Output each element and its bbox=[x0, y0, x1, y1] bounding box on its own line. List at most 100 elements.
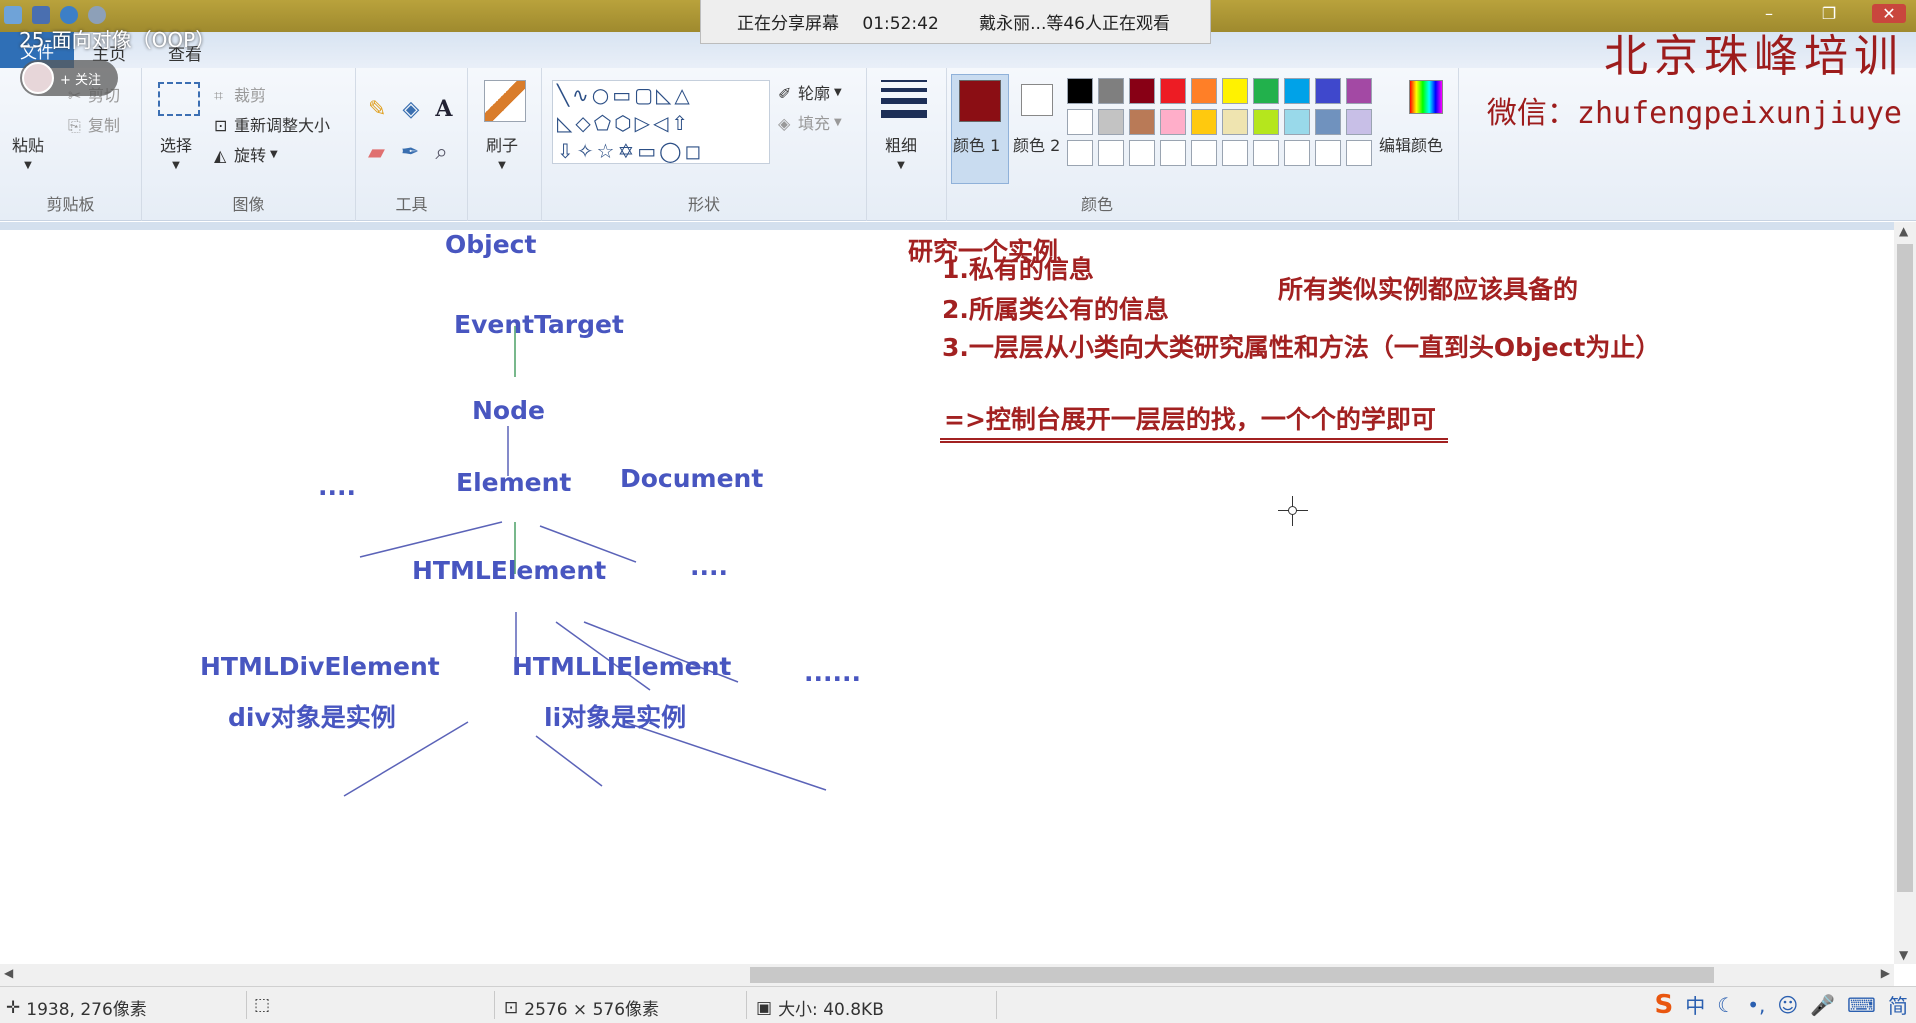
scroll-down-icon[interactable]: ▼ bbox=[1899, 948, 1908, 962]
fill-label: 填充 bbox=[798, 114, 831, 133]
palette-swatch[interactable] bbox=[1315, 140, 1341, 166]
status-separator bbox=[996, 991, 997, 1019]
outline-label: 轮廓 bbox=[798, 84, 831, 103]
palette-swatch[interactable] bbox=[1222, 78, 1248, 104]
scroll-left-icon[interactable]: ◀ bbox=[4, 966, 13, 980]
palette-swatch[interactable] bbox=[1067, 78, 1093, 104]
paste-button[interactable]: 粘贴 ▼ bbox=[12, 132, 44, 171]
horizontal-scrollbar[interactable]: ◀ ▶ bbox=[0, 964, 1894, 986]
scroll-up-icon[interactable]: ▲ bbox=[1899, 224, 1908, 238]
follow-label: + 关注 bbox=[60, 72, 102, 88]
palette-swatch[interactable] bbox=[1129, 78, 1155, 104]
polygon-shape-icon[interactable]: ◺◇⬠⬡▷◁⇧ bbox=[557, 111, 691, 135]
text-icon[interactable]: A bbox=[435, 96, 452, 122]
outline-button[interactable]: ✐ 轮廓 ▼ bbox=[778, 80, 842, 104]
palette-swatch[interactable] bbox=[1098, 78, 1124, 104]
redo-icon[interactable] bbox=[88, 6, 106, 24]
ime-moon-icon[interactable]: ☾ bbox=[1717, 993, 1735, 1017]
fill-button[interactable]: ◈ 填充 ▼ bbox=[778, 110, 842, 134]
edit-colors-button[interactable]: 编辑颜色 bbox=[1379, 132, 1443, 156]
ime-mode-chinese[interactable]: 中 bbox=[1685, 990, 1705, 1019]
line-shape-icon[interactable]: ╲∿○▭▢◺△ bbox=[557, 83, 693, 107]
eraser-icon[interactable]: ▰ bbox=[368, 140, 385, 165]
screen-share-banner: 正在分享屏幕 01:52:42 戴永丽...等46人正在观看 bbox=[700, 0, 1211, 44]
palette-swatch[interactable] bbox=[1346, 78, 1372, 104]
chevron-down-icon: ▼ bbox=[498, 160, 506, 171]
palette-swatch[interactable] bbox=[1346, 140, 1372, 166]
cursor-position-icon: ✛ bbox=[6, 997, 21, 1018]
sogou-logo-icon[interactable]: S bbox=[1655, 990, 1674, 1020]
palette-swatch[interactable] bbox=[1160, 78, 1186, 104]
color-picker-icon[interactable]: ✒ bbox=[401, 140, 419, 165]
palette-swatch[interactable] bbox=[1284, 140, 1310, 166]
palette-swatch[interactable] bbox=[1067, 109, 1093, 135]
scroll-right-icon[interactable]: ▶ bbox=[1881, 966, 1890, 980]
palette-swatch[interactable] bbox=[1284, 78, 1310, 104]
palette-swatch[interactable] bbox=[1129, 109, 1155, 135]
pencil-icon[interactable]: ✎ bbox=[368, 97, 386, 122]
palette-swatch[interactable] bbox=[1315, 109, 1341, 135]
palette-swatch[interactable] bbox=[1346, 109, 1372, 135]
palette-swatch[interactable] bbox=[1222, 140, 1248, 166]
save-icon[interactable] bbox=[32, 6, 50, 24]
connector-node-dots bbox=[359, 521, 503, 558]
resize-button[interactable]: ⊡ 重新调整大小 bbox=[214, 112, 330, 136]
ime-keyboard-icon[interactable]: ⌨ bbox=[1847, 993, 1876, 1017]
palette-swatch[interactable] bbox=[1253, 140, 1279, 166]
palette-swatch[interactable] bbox=[1284, 109, 1310, 135]
palette-swatch[interactable] bbox=[1191, 140, 1217, 166]
ime-voice-icon[interactable]: 🎤 bbox=[1810, 993, 1835, 1017]
image-group: 选择 ▼ ⌗ 裁剪 ⊡ 重新调整大小 ◭ 旋转 ▼ 图像 bbox=[142, 68, 356, 221]
node-element: Element bbox=[456, 468, 572, 497]
vertical-scrollbar[interactable]: ▲ ▼ bbox=[1894, 222, 1916, 964]
tools-group: ✎ ◈ A ▰ ✒ ⌕ 工具 bbox=[356, 68, 468, 221]
palette-swatch[interactable] bbox=[1098, 109, 1124, 135]
palette-swatch[interactable] bbox=[1129, 140, 1155, 166]
follow-button[interactable]: + 关注 bbox=[20, 60, 118, 96]
viewer-count: 戴永丽...等46人正在观看 bbox=[979, 14, 1170, 34]
ime-emoji-icon[interactable]: ☺ bbox=[1777, 993, 1798, 1017]
undo-icon[interactable] bbox=[60, 6, 78, 24]
ime-simplified-toggle[interactable]: 简 bbox=[1888, 990, 1908, 1019]
brush-button[interactable]: 刷子 ▼ bbox=[486, 132, 518, 171]
palette-swatch[interactable] bbox=[1253, 109, 1279, 135]
rotate-button[interactable]: ◭ 旋转 ▼ bbox=[214, 142, 278, 166]
palette-swatch[interactable] bbox=[1253, 78, 1279, 104]
node-htmllielement: HTMLLIElement bbox=[512, 652, 732, 681]
colors-group-label: 颜色 bbox=[1080, 195, 1113, 214]
ime-punctuation-icon[interactable]: •, bbox=[1747, 993, 1765, 1017]
share-timer: 01:52:42 bbox=[862, 14, 939, 34]
palette-swatch[interactable] bbox=[1315, 78, 1341, 104]
palette-swatch[interactable] bbox=[1067, 140, 1093, 166]
chevron-down-icon: ▼ bbox=[834, 116, 842, 128]
palette-swatch[interactable] bbox=[1191, 109, 1217, 135]
size-button[interactable]: 粗细 ▼ bbox=[885, 132, 917, 171]
outline-icon: ✐ bbox=[778, 84, 792, 103]
status-filesize: ▣ 大小: 40.8KB bbox=[756, 995, 884, 1021]
node-eventtarget: EventTarget bbox=[454, 310, 624, 339]
color-palette bbox=[1067, 78, 1387, 178]
node-dots-mid: .... bbox=[690, 552, 728, 581]
palette-swatch[interactable] bbox=[1191, 78, 1217, 104]
fill-bucket-icon[interactable]: ◈ bbox=[402, 97, 419, 122]
color2-swatch[interactable] bbox=[1021, 84, 1053, 116]
node-dots-right: ...... bbox=[804, 658, 861, 687]
drawing-canvas[interactable]: Object EventTarget Node .... Element Doc… bbox=[0, 222, 1894, 964]
vertical-scroll-thumb[interactable] bbox=[1897, 244, 1913, 892]
crop-button[interactable]: ⌗ 裁剪 bbox=[214, 82, 266, 106]
horizontal-scroll-thumb[interactable] bbox=[750, 967, 1714, 983]
palette-swatch[interactable] bbox=[1160, 109, 1186, 135]
copy-button[interactable]: ⎘ 复制 bbox=[68, 112, 120, 136]
magnifier-icon[interactable]: ⌕ bbox=[435, 140, 447, 165]
palette-swatch[interactable] bbox=[1098, 140, 1124, 166]
arrow-shape-icon[interactable]: ⇩✧☆✡▭◯◻ bbox=[557, 139, 704, 163]
resize-label: 重新调整大小 bbox=[234, 116, 331, 135]
app-icon[interactable] bbox=[4, 6, 22, 24]
palette-swatch[interactable] bbox=[1160, 140, 1186, 166]
palette-swatch[interactable] bbox=[1222, 109, 1248, 135]
dimensions-icon: ⊡ bbox=[504, 997, 519, 1018]
shapes-gallery[interactable]: ╲∿○▭▢◺△ ◺◇⬠⬡▷◁⇧ ⇩✧☆✡▭◯◻ bbox=[552, 80, 770, 164]
select-button[interactable]: 选择 ▼ bbox=[160, 132, 192, 171]
tools-group-label: 工具 bbox=[395, 195, 428, 214]
brush-label: 刷子 bbox=[486, 136, 519, 155]
